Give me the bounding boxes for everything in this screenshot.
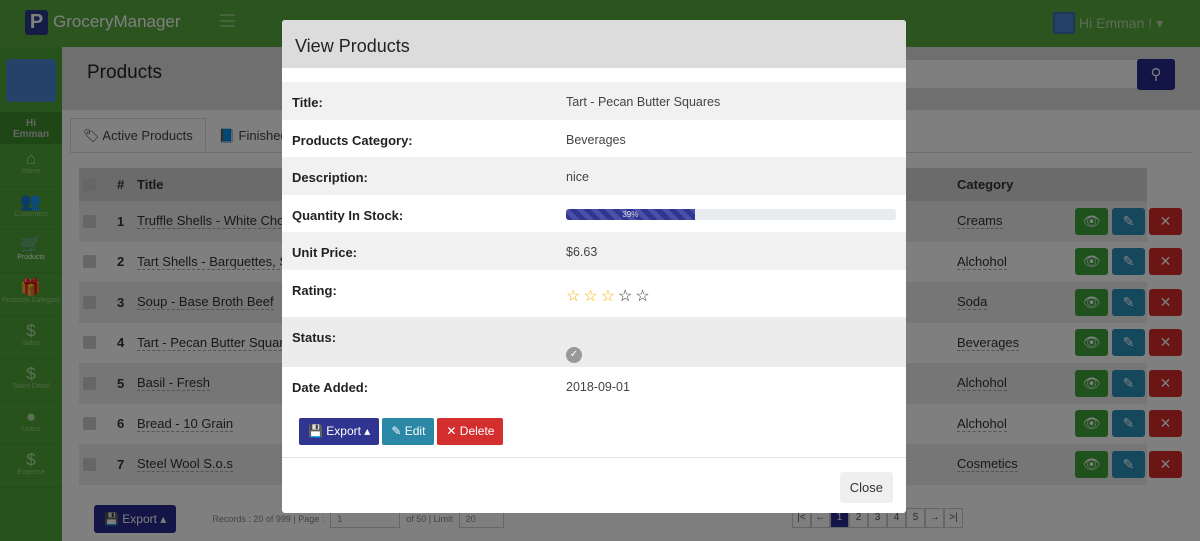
field-label: Products Category: (292, 133, 413, 148)
rating-stars: ☆ ☆ ☆ ☆ ☆ (566, 286, 653, 306)
check-circle-icon: ✓ (566, 347, 582, 363)
field-title: Tart - Pecan Butter Squares (566, 95, 721, 109)
field-category: Beverages (566, 133, 626, 147)
field-label: Unit Price: (292, 245, 358, 260)
field-description: nice (566, 170, 589, 184)
delete-label: Delete (459, 424, 495, 438)
field-label: Quantity In Stock: (292, 208, 404, 223)
edit-label: Edit (404, 424, 426, 438)
close-icon: ✕ (446, 424, 460, 438)
modal-footer: Close (282, 457, 906, 513)
field-price: $6.63 (566, 245, 598, 259)
star-icon: ☆ (600, 288, 616, 305)
star-icon: ☆ (618, 288, 633, 305)
star-icon: ☆ (583, 288, 598, 305)
field-date: 2018-09-01 (566, 380, 630, 394)
stock-progress-fill: 39% (566, 209, 695, 220)
field-label: Status: (292, 330, 337, 345)
save-icon: 💾 (308, 424, 327, 438)
modal-edit-button[interactable]: ✎ Edit (382, 418, 435, 445)
pencil-icon: ✎ (391, 424, 405, 438)
export-label: Export (326, 424, 361, 438)
close-button[interactable]: Close (839, 472, 893, 503)
stock-progress-bar: 39% (566, 209, 896, 220)
view-products-modal: View Products Title: Tart - Pecan Butter … (282, 20, 906, 513)
modal-title: View Products (282, 20, 906, 68)
modal-delete-button[interactable]: ✕ Delete (437, 418, 504, 445)
field-label: Description: (292, 170, 368, 185)
field-label: Rating: (292, 283, 337, 298)
field-label: Date Added: (292, 380, 369, 395)
modal-export-button[interactable]: 💾 Export ▴ (299, 418, 380, 445)
star-icon: ☆ (635, 288, 650, 305)
field-label: Title: (292, 95, 323, 110)
star-icon: ☆ (566, 288, 581, 305)
